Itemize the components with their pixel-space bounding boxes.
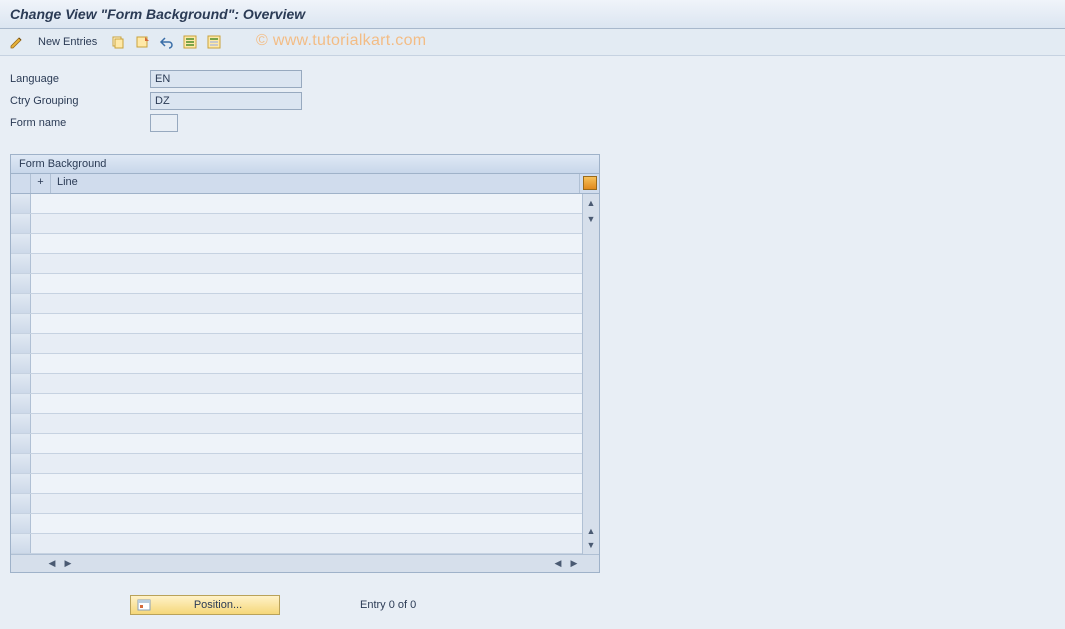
form-background-table: Form Background + Line ▲ ▼ ▲ ▼ ◀ ▶ ◀ ▶ — [10, 154, 600, 573]
table-row[interactable] — [11, 274, 582, 294]
scroll-left2-icon[interactable]: ◀ — [551, 557, 565, 571]
table-row[interactable] — [11, 354, 582, 374]
row-line-cell[interactable] — [31, 194, 582, 213]
scroll-down-icon[interactable]: ▼ — [584, 212, 598, 226]
row-selector[interactable] — [11, 314, 31, 333]
table-row[interactable] — [11, 434, 582, 454]
table-row[interactable] — [11, 314, 582, 334]
position-button[interactable]: Position... — [130, 595, 280, 615]
form-fields: Language Ctry Grouping Form name — [0, 56, 1065, 144]
row-selector[interactable] — [11, 394, 31, 413]
row-selector[interactable] — [11, 514, 31, 533]
new-entries-button[interactable]: New Entries — [32, 34, 103, 50]
row-selector[interactable] — [11, 334, 31, 353]
table-row[interactable] — [11, 194, 582, 214]
row-selector[interactable] — [11, 494, 31, 513]
configure-columns-icon[interactable] — [579, 174, 599, 193]
table-row[interactable] — [11, 494, 582, 514]
row-line-cell[interactable] — [31, 354, 582, 373]
table-row[interactable] — [11, 214, 582, 234]
row-line-cell[interactable] — [31, 434, 582, 453]
row-line-cell[interactable] — [31, 334, 582, 353]
page-title: Change View "Form Background": Overview — [0, 0, 1065, 29]
column-line[interactable]: Line — [51, 174, 579, 193]
table-row[interactable] — [11, 394, 582, 414]
table-row[interactable] — [11, 514, 582, 534]
horizontal-scrollbar[interactable]: ◀ ▶ ◀ ▶ — [11, 554, 599, 572]
table-row[interactable] — [11, 414, 582, 434]
column-select[interactable] — [11, 174, 31, 193]
scroll-down2-icon[interactable]: ▼ — [584, 538, 598, 552]
language-field[interactable] — [150, 70, 302, 88]
row-line-cell[interactable] — [31, 214, 582, 233]
row-line-cell[interactable] — [31, 294, 582, 313]
entry-count: Entry 0 of 0 — [360, 599, 416, 611]
table-header: + Line — [11, 174, 599, 194]
row-selector[interactable] — [11, 534, 31, 553]
table-row[interactable] — [11, 334, 582, 354]
row-selector[interactable] — [11, 414, 31, 433]
form-name-label: Form name — [10, 117, 150, 129]
row-selector[interactable] — [11, 254, 31, 273]
scroll-up2-icon[interactable]: ▲ — [584, 524, 598, 538]
table-row[interactable] — [11, 294, 582, 314]
row-line-cell[interactable] — [31, 394, 582, 413]
row-line-cell[interactable] — [31, 534, 582, 553]
row-selector[interactable] — [11, 294, 31, 313]
table-row[interactable] — [11, 374, 582, 394]
vertical-scrollbar[interactable]: ▲ ▼ ▲ ▼ — [582, 194, 599, 554]
row-selector[interactable] — [11, 474, 31, 493]
row-line-cell[interactable] — [31, 454, 582, 473]
deselect-all-icon[interactable] — [205, 33, 223, 51]
form-name-field[interactable] — [150, 114, 178, 132]
column-plus[interactable]: + — [31, 174, 51, 193]
scroll-up-icon[interactable]: ▲ — [584, 196, 598, 210]
edit-icon[interactable] — [8, 33, 26, 51]
undo-icon[interactable] — [157, 33, 175, 51]
ctry-grouping-label: Ctry Grouping — [10, 95, 150, 107]
toolbar: New Entries — [0, 29, 1065, 56]
row-selector[interactable] — [11, 454, 31, 473]
row-line-cell[interactable] — [31, 494, 582, 513]
row-selector[interactable] — [11, 274, 31, 293]
position-icon — [135, 598, 153, 612]
table-row[interactable] — [11, 254, 582, 274]
position-label: Position... — [157, 599, 279, 611]
row-line-cell[interactable] — [31, 314, 582, 333]
row-line-cell[interactable] — [31, 514, 582, 533]
delete-icon[interactable] — [133, 33, 151, 51]
copy-icon[interactable] — [109, 33, 127, 51]
scroll-left-icon[interactable]: ◀ — [45, 557, 59, 571]
row-line-cell[interactable] — [31, 374, 582, 393]
scroll-right-icon[interactable]: ▶ — [61, 557, 75, 571]
table-row[interactable] — [11, 234, 582, 254]
table-row[interactable] — [11, 454, 582, 474]
table-row[interactable] — [11, 474, 582, 494]
scroll-right2-icon[interactable]: ▶ — [567, 557, 581, 571]
row-line-cell[interactable] — [31, 474, 582, 493]
row-line-cell[interactable] — [31, 254, 582, 273]
ctry-grouping-field[interactable] — [150, 92, 302, 110]
language-label: Language — [10, 73, 150, 85]
table-title: Form Background — [11, 155, 599, 174]
row-selector[interactable] — [11, 214, 31, 233]
row-selector[interactable] — [11, 234, 31, 253]
row-line-cell[interactable] — [31, 414, 582, 433]
row-selector[interactable] — [11, 194, 31, 213]
row-selector[interactable] — [11, 354, 31, 373]
row-selector[interactable] — [11, 434, 31, 453]
row-line-cell[interactable] — [31, 234, 582, 253]
footer: Position... Entry 0 of 0 — [130, 595, 416, 615]
row-line-cell[interactable] — [31, 274, 582, 293]
row-selector[interactable] — [11, 374, 31, 393]
select-all-icon[interactable] — [181, 33, 199, 51]
table-row[interactable] — [11, 534, 582, 554]
